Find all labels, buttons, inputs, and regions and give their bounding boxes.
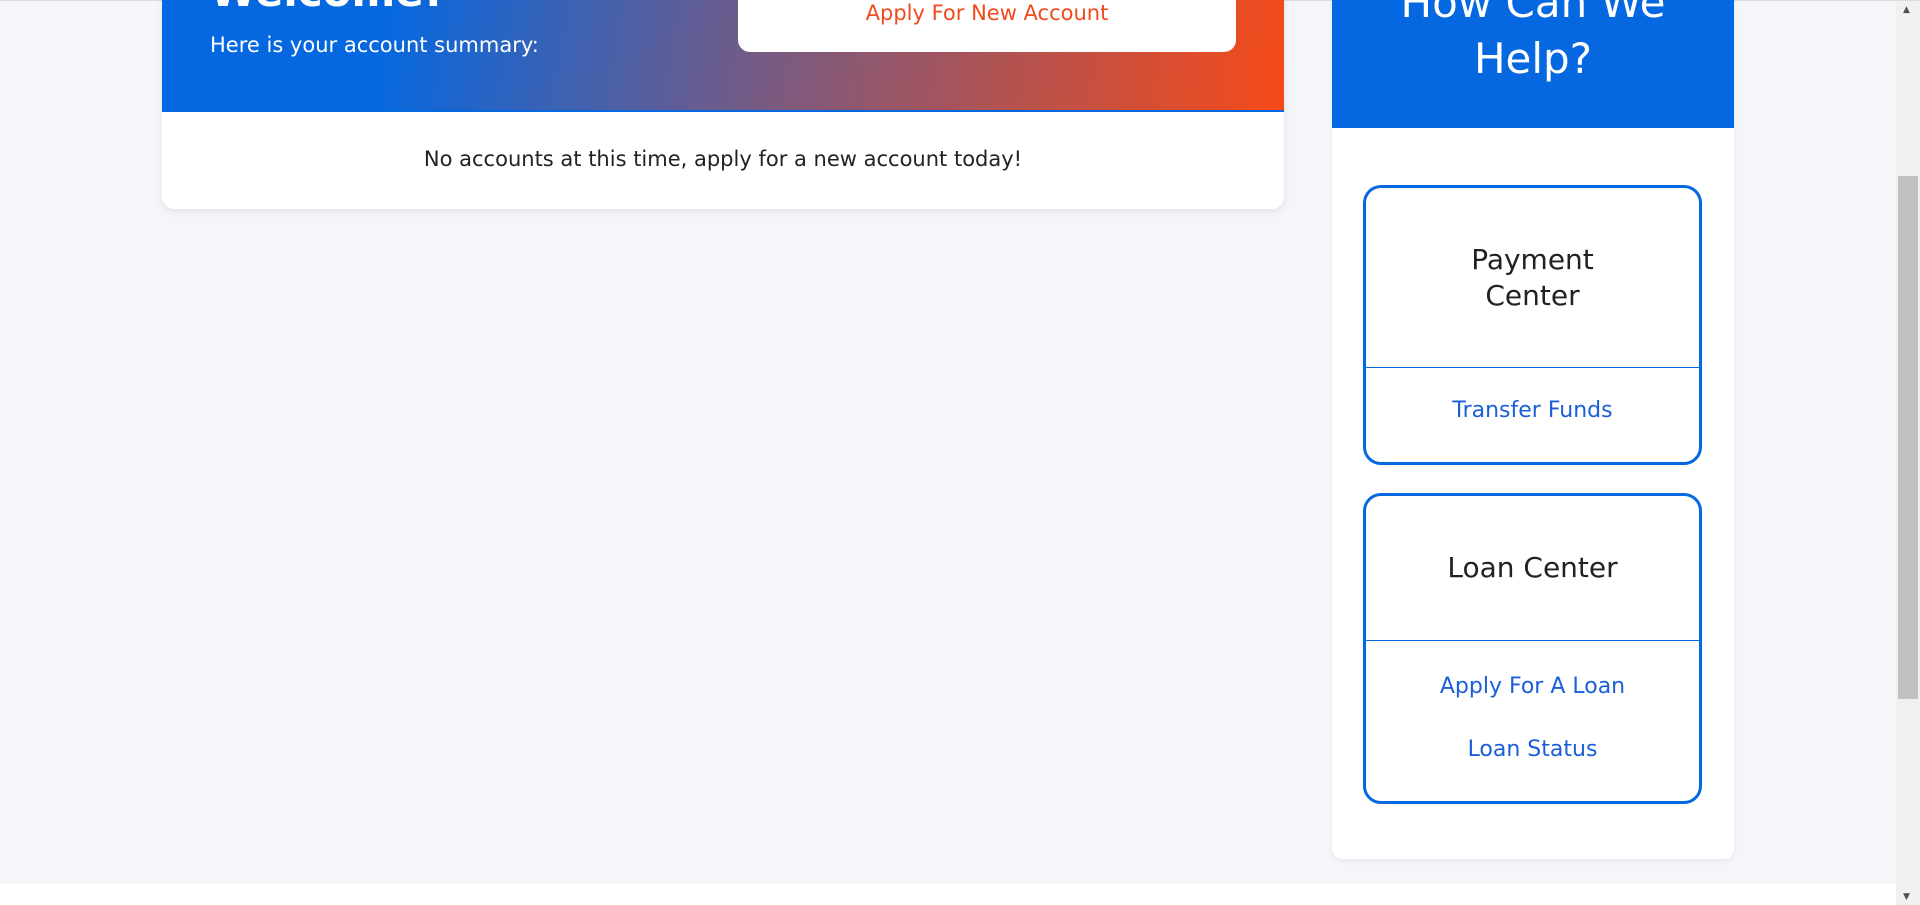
- scrollbar-thumb[interactable]: [1898, 176, 1918, 699]
- scrollbar[interactable]: ▲ ▼: [1896, 1, 1920, 905]
- loan-center-card: Loan Center Apply For A Loan Loan Status: [1363, 493, 1702, 804]
- help-title-line2: Help?: [1473, 34, 1593, 83]
- no-accounts-message: No accounts at this time, apply for a ne…: [423, 147, 1023, 171]
- help-panel: How Can We Help? Payment Center Transfer…: [1332, 0, 1734, 859]
- apply-for-loan-link[interactable]: Apply For A Loan: [1366, 674, 1699, 699]
- welcome-heading: Welcome!: [210, 0, 443, 16]
- payment-center-card: Payment Center Transfer Funds: [1363, 185, 1702, 465]
- scroll-up-arrow-icon[interactable]: ▲: [1903, 5, 1910, 15]
- loan-status-link[interactable]: Loan Status: [1366, 737, 1699, 762]
- apply-new-account-button[interactable]: Apply For New Account: [738, 0, 1236, 52]
- transfer-funds-link[interactable]: Transfer Funds: [1366, 398, 1699, 423]
- payment-center-title: Payment Center: [1366, 188, 1699, 368]
- account-summary-card: Welcome! Here is your account summary: A…: [162, 0, 1284, 209]
- account-hero-banner: Welcome! Here is your account summary: A…: [162, 0, 1284, 112]
- account-summary-label: Here is your account summary:: [210, 33, 539, 57]
- loan-center-title: Loan Center: [1366, 496, 1699, 641]
- help-title-line1: How Can We: [1400, 0, 1666, 27]
- footer-strip: [0, 884, 1896, 905]
- help-panel-title: How Can We Help?: [1332, 0, 1734, 128]
- scroll-down-arrow-icon[interactable]: ▼: [1903, 892, 1910, 902]
